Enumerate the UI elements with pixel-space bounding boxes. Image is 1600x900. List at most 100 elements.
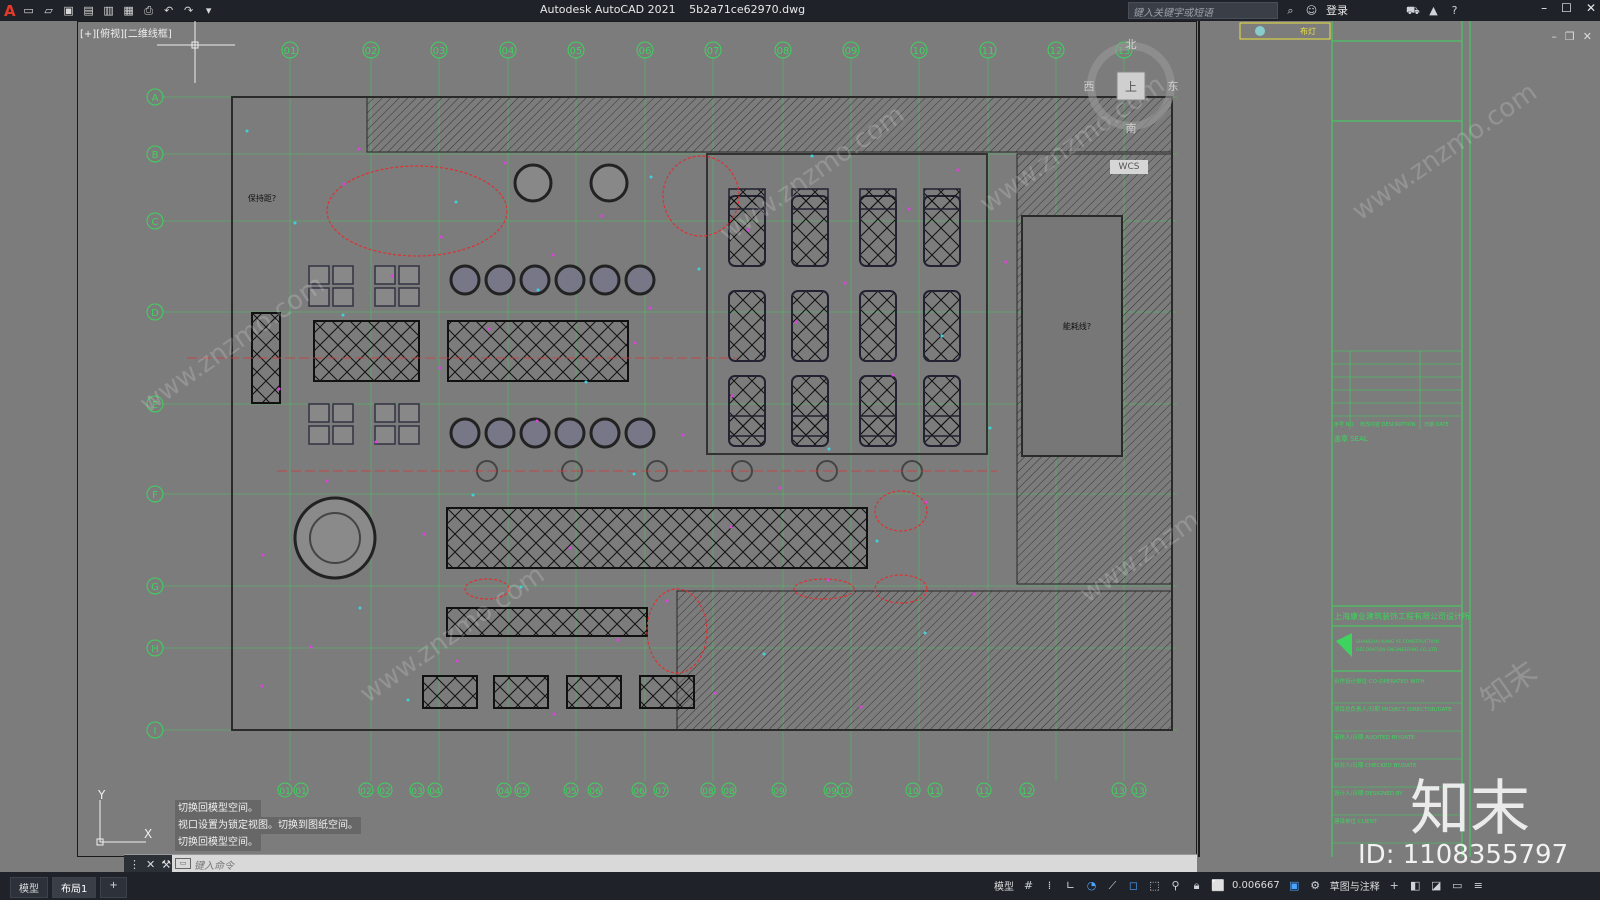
search-input[interactable]: 键入关键字或短语 xyxy=(1128,2,1278,19)
customize-menu-icon[interactable]: ≡ xyxy=(1472,879,1485,892)
drawing-viewport[interactable]: 01 02 03 04 05 06 07 08 09 10 11 12 13 A B C D E F G H I 01 01 0… xyxy=(77,21,1197,857)
vp-close-icon[interactable]: ✕ xyxy=(1583,30,1592,43)
command-history-line: 视口设置为锁定视图。切换到图纸空间。 xyxy=(175,817,361,834)
workspace-gear-icon[interactable]: ⚙ xyxy=(1309,879,1322,892)
selection-cycle-icon[interactable]: ⬚ xyxy=(1148,879,1161,892)
undo-icon[interactable]: ↶ xyxy=(162,4,176,17)
command-prompt-icon[interactable]: ▭ xyxy=(175,858,191,869)
rev-col-header: 日期 DATE xyxy=(1424,422,1449,428)
lattice-panel xyxy=(313,320,420,382)
lattice-panel xyxy=(639,675,695,709)
workspace-switcher[interactable]: 草图与注释 xyxy=(1330,878,1380,893)
company-logo-icon xyxy=(1336,633,1352,657)
vp-minimize-icon[interactable]: – xyxy=(1551,30,1557,43)
app-name: Autodesk AutoCAD 2021 xyxy=(540,3,676,16)
lattice-panel xyxy=(447,320,629,382)
round-light xyxy=(554,264,586,296)
viewcube[interactable]: 北 南 东 西 上 xyxy=(1083,38,1179,134)
grid-axis-label-bottom: 01 xyxy=(295,787,306,797)
round-light xyxy=(589,264,621,296)
publish-icon[interactable]: ▥ xyxy=(102,4,116,17)
autocad-logo-icon[interactable]: A xyxy=(4,2,16,20)
hardware-accel-icon[interactable]: ◪ xyxy=(1430,879,1443,892)
grid-axis-label-bottom: 09 xyxy=(825,787,837,797)
cart-icon[interactable]: ⛟ xyxy=(1406,4,1420,17)
fixture-dot xyxy=(859,705,863,709)
viewcube-face[interactable]: 上 xyxy=(1125,80,1137,94)
close-command-icon[interactable]: ✕ xyxy=(146,858,155,871)
polar-icon[interactable]: ◔ xyxy=(1085,879,1098,892)
grid-axis-label-top: 08 xyxy=(777,46,790,57)
grid-axis-label-top: 06 xyxy=(639,46,652,57)
round-light xyxy=(624,417,656,449)
annotation-icon[interactable]: ⚲ xyxy=(1169,879,1182,892)
fixture-dot xyxy=(875,539,879,543)
save-icon[interactable]: ▣ xyxy=(62,4,76,17)
osnap-icon[interactable]: ◻ xyxy=(1127,879,1140,892)
ceiling-tile xyxy=(398,265,420,285)
ucs-y-label: Y xyxy=(97,790,106,802)
plot-icon[interactable]: ▦ xyxy=(122,4,136,17)
trim-panel xyxy=(728,415,766,437)
search-icon[interactable]: ⌕ xyxy=(1284,4,1297,17)
fixture-dot xyxy=(778,486,782,490)
fixture-dot xyxy=(455,659,459,663)
wcs-button[interactable]: WCS xyxy=(1110,160,1148,174)
ortho-icon[interactable]: ∟ xyxy=(1064,879,1077,892)
fixture-dot xyxy=(568,546,572,550)
isodraft-icon[interactable]: ⟋ xyxy=(1106,879,1119,892)
ceiling-tile xyxy=(398,287,420,307)
grid-icon[interactable]: # xyxy=(1022,879,1035,892)
tab-layout1[interactable]: 布局1 xyxy=(52,877,97,898)
maximize-icon[interactable]: ☐ xyxy=(1561,1,1572,15)
isolate-icon[interactable]: ◧ xyxy=(1409,879,1422,892)
grid-axis-label-top: 05 xyxy=(570,46,583,57)
command-history-line: 切换回模型空间。 xyxy=(175,834,261,851)
minimize-icon[interactable]: – xyxy=(1541,1,1547,15)
close-icon[interactable]: ✕ xyxy=(1586,1,1596,15)
qat-dropdown-icon[interactable]: ▾ xyxy=(202,4,216,17)
vp-restore-icon[interactable]: ❐ xyxy=(1565,30,1575,43)
tab-model[interactable]: 模型 xyxy=(10,877,48,898)
grid-axis-label-top: 02 xyxy=(365,46,378,57)
clean-screen-icon[interactable]: ▭ xyxy=(1451,879,1464,892)
grid-axis-label-bottom: 13 xyxy=(1113,787,1124,797)
customize-icon[interactable]: ⚒ xyxy=(161,858,171,871)
command-line[interactable]: ⋮ ✕ ⚒ ▭ 键入命令 xyxy=(124,854,1197,873)
fixture-dot xyxy=(454,200,458,204)
model-space-toggle[interactable]: 模型 xyxy=(994,878,1014,893)
add-layout-icon[interactable]: + xyxy=(100,877,127,898)
open-file-icon[interactable]: ▱ xyxy=(42,4,56,17)
login-button[interactable]: 登录 xyxy=(1326,2,1348,18)
fixture-dot xyxy=(487,327,491,331)
viewport-scale-value[interactable]: 0.006667 xyxy=(1232,880,1280,891)
snap-icon[interactable]: ⁞ xyxy=(1043,879,1056,892)
help-icon[interactable]: ? xyxy=(1448,4,1461,17)
fixture-dot xyxy=(632,472,636,476)
viewport-scale-icon[interactable]: ⬜ xyxy=(1211,879,1225,892)
print-icon[interactable]: ⎙ xyxy=(142,4,156,17)
grip-icon[interactable]: ⋮ xyxy=(129,858,140,871)
status-tools: 模型 # ⁞ ∟ ◔ ⟋ ◻ ⬚ ⚲ 🔒︎ ⬜ 0.006667 ▣ ⚙ 草图与… xyxy=(994,878,1485,893)
viewport-lock-icon[interactable]: ▣ xyxy=(1288,879,1301,892)
plus-icon[interactable]: + xyxy=(1388,879,1401,892)
save-as-icon[interactable]: ▤ xyxy=(82,4,96,17)
lattice-panel xyxy=(446,507,868,569)
redo-icon[interactable]: ↷ xyxy=(182,4,196,17)
dome-light xyxy=(293,496,377,580)
ceiling-tile xyxy=(308,403,330,423)
header-label: 布灯 xyxy=(1300,26,1316,36)
user-icon[interactable]: ☺ xyxy=(1305,4,1318,17)
grid-axis-label-bottom: 05 xyxy=(516,787,527,797)
viewport-controls-label[interactable]: [+][俯视][二维线框] xyxy=(80,25,172,40)
octagon-panel xyxy=(859,290,897,362)
compass-east: 东 xyxy=(1168,80,1179,93)
autodesk-app-icon[interactable]: ▲ xyxy=(1427,4,1440,17)
new-file-icon[interactable]: ▭ xyxy=(22,4,36,17)
lock-icon[interactable]: 🔒︎ xyxy=(1190,879,1203,892)
command-input[interactable]: 键入命令 xyxy=(194,857,234,872)
trim-panel xyxy=(859,415,897,437)
fixture-dot xyxy=(374,440,378,444)
grid-axis-label-bottom: 07 xyxy=(655,787,666,797)
grid-axis-label-bottom: 02 xyxy=(360,787,371,797)
